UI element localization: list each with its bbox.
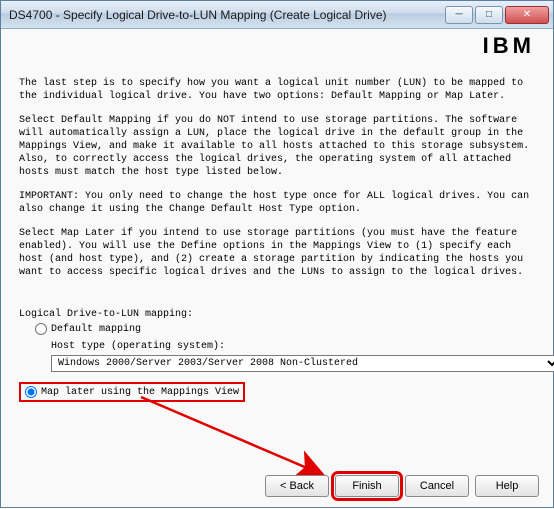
brand-logo: IBM: [483, 33, 535, 59]
paragraph-intro: The last step is to specify how you want…: [19, 77, 535, 103]
maximize-button[interactable]: □: [475, 6, 503, 24]
map-later-radio[interactable]: [25, 386, 37, 398]
default-mapping-label: Default mapping: [51, 324, 141, 335]
minimize-button[interactable]: ─: [445, 6, 473, 24]
mapping-section: Logical Drive-to-LUN mapping: Default ma…: [19, 309, 535, 402]
host-type-block: Host type (operating system): Windows 20…: [51, 341, 535, 372]
close-button[interactable]: ✕: [505, 6, 549, 24]
host-type-select[interactable]: Windows 2000/Server 2003/Server 2008 Non…: [51, 355, 554, 372]
ibm-logo: IBM: [483, 33, 535, 58]
map-later-label: Map later using the Mappings View: [41, 387, 239, 398]
paragraph-default: Select Default Mapping if you do NOT int…: [19, 114, 535, 179]
paragraph-maplater: Select Map Later if you intend to use st…: [19, 227, 535, 279]
default-mapping-row[interactable]: Default mapping: [35, 323, 535, 335]
map-later-highlight: Map later using the Mappings View: [19, 382, 245, 402]
mapping-section-label: Logical Drive-to-LUN mapping:: [19, 309, 535, 320]
map-later-row[interactable]: Map later using the Mappings View: [19, 382, 535, 402]
paragraph-important: IMPORTANT: You only need to change the h…: [19, 190, 535, 216]
button-row: < Back Finish Cancel Help: [265, 475, 539, 497]
dialog-content: IBM The last step is to specify how you …: [1, 29, 553, 507]
host-type-label: Host type (operating system):: [51, 341, 535, 352]
help-button[interactable]: Help: [475, 475, 539, 497]
cancel-button[interactable]: Cancel: [405, 475, 469, 497]
default-mapping-radio[interactable]: [35, 323, 47, 335]
instruction-text: The last step is to specify how you want…: [19, 77, 535, 290]
finish-button[interactable]: Finish: [335, 475, 399, 497]
back-button[interactable]: < Back: [265, 475, 329, 497]
dialog-window: DS4700 - Specify Logical Drive-to-LUN Ma…: [0, 0, 554, 508]
window-controls: ─ □ ✕: [445, 6, 549, 24]
window-title: DS4700 - Specify Logical Drive-to-LUN Ma…: [9, 8, 445, 22]
titlebar: DS4700 - Specify Logical Drive-to-LUN Ma…: [1, 1, 553, 29]
